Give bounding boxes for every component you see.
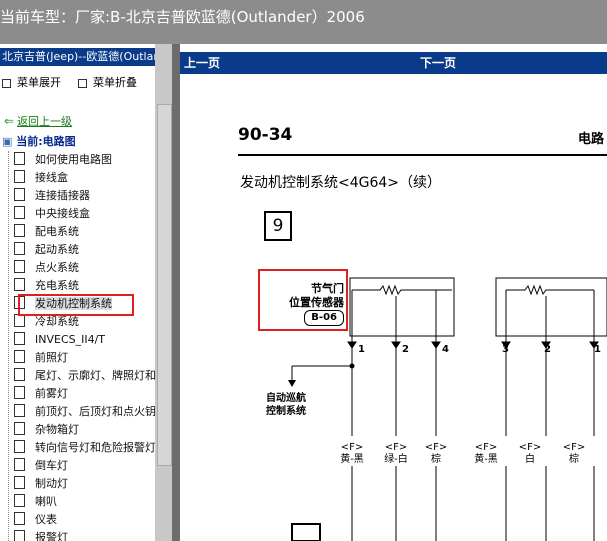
- pane-divider[interactable]: [172, 44, 180, 541]
- back-link[interactable]: ⇐ 返回上一级: [4, 113, 72, 129]
- current-location: ▣ 当前:电路图: [2, 135, 76, 148]
- sidebar-item[interactable]: 连接插接器: [14, 187, 90, 205]
- next-page-button[interactable]: 下一页: [420, 54, 456, 71]
- document-icon: [14, 260, 25, 273]
- pin-left-2: 2: [402, 344, 409, 355]
- sidebar-list: 如何使用电路图 接线盒 连接插接器 中央接线盒 配电系统 起动系统 点火系统 充电系统 发动机控…: [0, 151, 155, 541]
- component-highlight: [258, 269, 348, 331]
- wire-label: <F> 黄-黑: [340, 442, 364, 465]
- sidebar-item[interactable]: 喇叭: [14, 493, 57, 511]
- document-icon: [14, 278, 25, 291]
- sidebar-item[interactable]: 转向信号灯和危险报警灯: [14, 439, 155, 457]
- document-icon: [14, 170, 25, 183]
- pin-left-3: 4: [442, 344, 449, 355]
- sidebar-item[interactable]: 前照灯: [14, 349, 68, 367]
- document-icon: [14, 242, 25, 255]
- wire-label: <F> 黄-黑: [474, 442, 498, 465]
- sensor-box-left: [349, 277, 455, 337]
- sidebar-item[interactable]: 报警灯: [14, 529, 68, 541]
- sidebar-item[interactable]: 充电系统: [14, 277, 79, 295]
- sidebar-item[interactable]: 制动灯: [14, 475, 68, 493]
- document-icon: [14, 494, 25, 507]
- wiring-schematic: 1 2 4 3 2 1: [288, 277, 607, 541]
- sidebar-item[interactable]: 前顶灯、后顶灯和点火钥: [14, 403, 155, 421]
- sidebar-item[interactable]: 点火系统: [14, 259, 79, 277]
- vehicle-title: 当前车型：厂家:B-北京吉普欧蓝德(Outlander）2006: [0, 8, 365, 26]
- wire-label: <F> 棕: [562, 442, 586, 465]
- wire-label: <F> 绿-白: [384, 442, 408, 465]
- document-icon: [14, 440, 25, 453]
- sensor-box-right: [495, 277, 607, 337]
- expand-icon: [2, 78, 11, 88]
- document-icon: [14, 332, 25, 345]
- cruise-control-label: 自动巡航 控制系统: [266, 393, 306, 417]
- sidebar-item[interactable]: 配电系统: [14, 223, 79, 241]
- document-icon: [14, 188, 25, 201]
- wire-label: <F> 棕: [424, 442, 448, 465]
- document-icon: [14, 422, 25, 435]
- sidebar: 北京吉普(Jeep)--欧蓝德(Outlander) 菜单展开 菜单折叠 ⇐返回…: [0, 44, 173, 541]
- collapse-menu-button[interactable]: 菜单折叠: [78, 74, 137, 90]
- title-bar: 当前车型：厂家:B-北京吉普欧蓝德(Outlander）2006: [0, 0, 607, 44]
- document-icon: [14, 152, 25, 165]
- document-viewer: 90-34 电路 发动机控制系统<4G64>（续） 9 1 2 4 3 2 1 …: [180, 74, 607, 541]
- document-icon: [14, 404, 25, 417]
- sidebar-item[interactable]: 杂物箱灯: [14, 421, 79, 439]
- pin-right-3: 1: [594, 344, 601, 355]
- wire-label: <F> 白: [518, 442, 542, 465]
- document-icon: [14, 206, 25, 219]
- document-icon: [14, 386, 25, 399]
- sidebar-item[interactable]: 仪表: [14, 511, 57, 529]
- pin-right-2: 2: [544, 344, 551, 355]
- collapse-icon: [78, 78, 87, 88]
- page-nav-bar: 上一页 下一页: [180, 52, 607, 74]
- sidebar-item[interactable]: 倒车灯: [14, 457, 68, 475]
- pin-left-1: 1: [358, 344, 365, 355]
- back-arrow-icon: ⇐: [4, 114, 15, 128]
- scrollbar-thumb[interactable]: [157, 104, 172, 466]
- sidebar-item[interactable]: 前雾灯: [14, 385, 68, 403]
- sidebar-item[interactable]: 尾灯、示廓灯、牌照灯和: [14, 367, 155, 385]
- sidebar-scrollbar[interactable]: [155, 44, 172, 541]
- document-icon: [14, 512, 25, 525]
- sidebar-item[interactable]: 起动系统: [14, 241, 79, 259]
- document-icon: [14, 458, 25, 471]
- document-icon: [14, 224, 25, 237]
- document-icon: [14, 368, 25, 381]
- sidebar-item[interactable]: 中央接线盒: [14, 205, 90, 223]
- sidebar-selection-highlight: [18, 294, 134, 316]
- pin-right-1: 3: [502, 344, 509, 355]
- sidebar-item[interactable]: 接线盒: [14, 169, 68, 187]
- sidebar-item[interactable]: INVECS_II4/T: [14, 331, 105, 349]
- computer-icon: ▣: [2, 135, 13, 148]
- resistor-right: [506, 284, 594, 296]
- sidebar-header: 北京吉普(Jeep)--欧蓝德(Outlander): [0, 48, 157, 66]
- prev-page-button[interactable]: 上一页: [184, 54, 220, 71]
- document-icon: [14, 530, 25, 541]
- sidebar-item[interactable]: 如何使用电路图: [14, 151, 112, 169]
- expand-menu-button[interactable]: 菜单展开: [2, 74, 61, 90]
- document-icon: [14, 476, 25, 489]
- document-icon: [14, 350, 25, 363]
